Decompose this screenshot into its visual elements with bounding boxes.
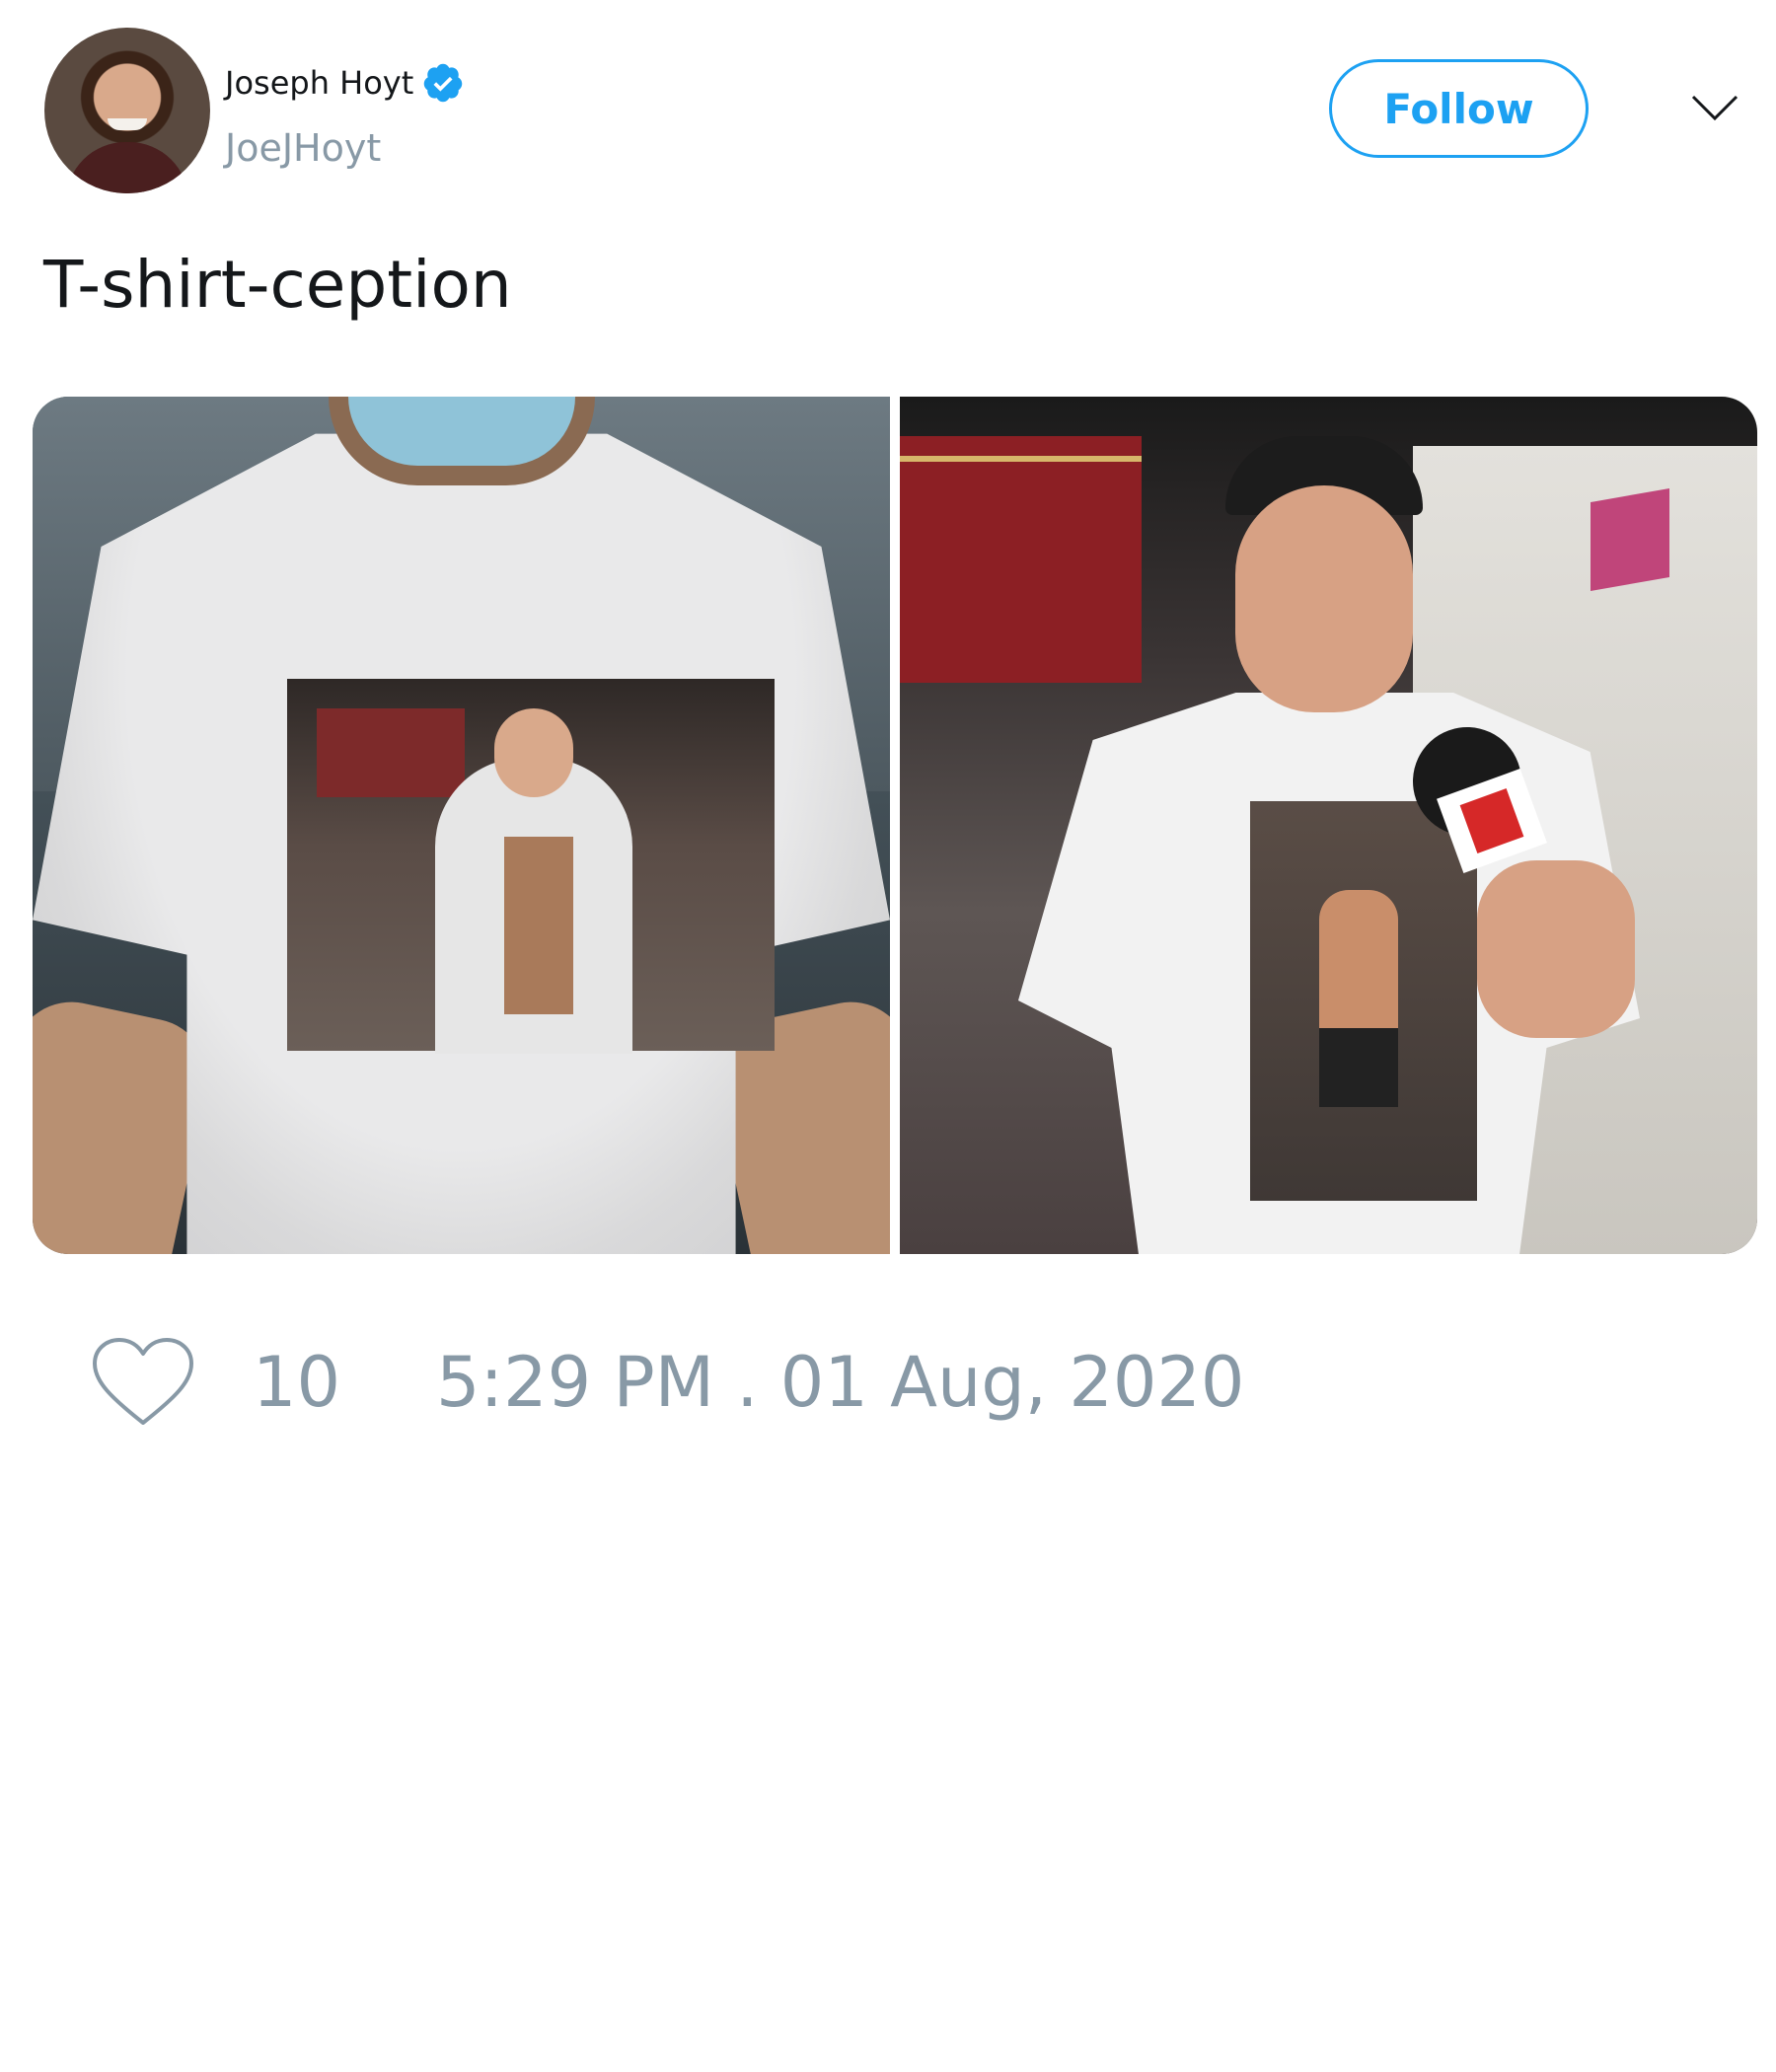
- media-grid: [33, 397, 1757, 1254]
- user-display-name[interactable]: Joseph Hoyt: [225, 64, 413, 102]
- chevron-down-icon[interactable]: [1690, 93, 1739, 122]
- heart-icon[interactable]: [91, 1336, 195, 1429]
- follow-button[interactable]: Follow: [1329, 59, 1589, 158]
- user-name-row[interactable]: Joseph Hoyt: [225, 61, 465, 105]
- tweet-photo-left[interactable]: [33, 397, 890, 1254]
- tweet-card: Joseph Hoyt JoeJHoyt Follow T-shirt-cept…: [0, 0, 1776, 2072]
- avatar[interactable]: [44, 28, 210, 193]
- like-count: 10: [253, 1342, 341, 1423]
- user-handle[interactable]: JoeJHoyt: [225, 126, 381, 170]
- verified-badge-icon: [424, 63, 463, 103]
- tweet-timestamp[interactable]: 5:29 PM . 01 Aug, 2020: [436, 1342, 1244, 1423]
- tweet-photo-right[interactable]: [900, 397, 1757, 1254]
- tweet-text: T-shirt-ception: [43, 247, 512, 323]
